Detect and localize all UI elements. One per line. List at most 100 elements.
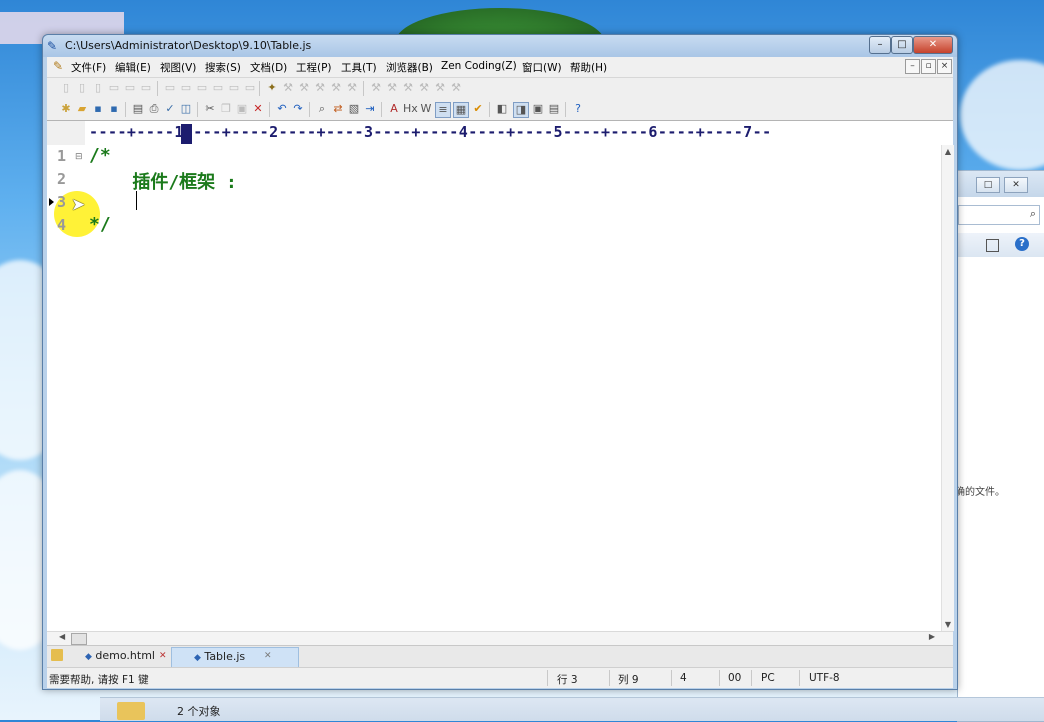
folder-icon[interactable] (51, 649, 63, 661)
wrap-icon[interactable]: W (419, 102, 433, 116)
vertical-scrollbar[interactable]: ▲ ▼ (941, 145, 954, 631)
hex-icon[interactable]: Hx (403, 102, 418, 116)
menu-tools[interactable]: 工具(T) (341, 60, 377, 75)
copy-icon[interactable]: ❐ (219, 102, 233, 116)
scroll-right-icon[interactable]: ▶ (929, 632, 935, 641)
scroll-up-icon[interactable]: ▲ (942, 147, 954, 156)
new-file-icon[interactable]: ▯ (91, 81, 105, 95)
file-icon: ◆ (85, 652, 92, 662)
title-bar[interactable]: ✎ C:\Users\Administrator\Desktop\9.10\Ta… (43, 35, 957, 57)
spellcheck-icon[interactable]: ✓ (163, 102, 177, 116)
wand-icon[interactable]: ✦ (265, 81, 279, 95)
save-all-icon[interactable]: ▪ (107, 102, 121, 116)
tool-icon[interactable]: ⚒ (281, 81, 295, 95)
code-line: /* (89, 145, 111, 166)
scroll-left-icon[interactable]: ◀ (59, 632, 65, 641)
show-spaces-icon[interactable]: ≡ (435, 102, 451, 118)
tool-icon[interactable]: ⚒ (345, 81, 359, 95)
maximize-button[interactable]: □ (891, 36, 913, 54)
line-number: 4 (57, 216, 67, 234)
menu-zen-coding[interactable]: Zen Coding(Z) (441, 60, 517, 72)
page-icon[interactable]: ▭ (227, 81, 241, 95)
page-icon[interactable]: ▭ (195, 81, 209, 95)
save-icon[interactable]: ▪ (91, 102, 105, 116)
find-in-files-icon[interactable]: ▧ (347, 102, 361, 116)
preview-icon[interactable]: ◫ (179, 102, 193, 116)
tool-icon[interactable]: ⚒ (417, 81, 431, 95)
column-mode-icon[interactable]: ▦ (453, 102, 469, 118)
page-icon[interactable]: ▭ (107, 81, 121, 95)
new-file-icon[interactable]: ✱ (59, 102, 73, 116)
code-editor[interactable]: 1 ⊟ 2 3 4 ➤ /* 插件/框架 : */ (47, 145, 941, 631)
tool-icon[interactable]: ⚒ (385, 81, 399, 95)
mdi-minimize-button[interactable]: – (905, 59, 920, 74)
find-icon[interactable]: ⌕ (315, 102, 329, 116)
tab-close-icon[interactable]: ✕ (264, 651, 272, 661)
replace-icon[interactable]: ⇄ (331, 102, 345, 116)
context-help-icon[interactable]: ? (571, 102, 585, 116)
new-file-icon[interactable]: ▯ (59, 81, 73, 95)
page-icon[interactable]: ▭ (139, 81, 153, 95)
preview-pane-icon[interactable] (986, 239, 999, 252)
help-icon[interactable]: ? (1015, 237, 1029, 251)
document-tab-bar: ◆ demo.html ✕ ◆ Table.js ✕ (47, 645, 953, 667)
scroll-down-icon[interactable]: ▼ (942, 620, 954, 629)
open-folder-icon[interactable]: ▰ (75, 102, 89, 116)
tab-close-icon[interactable]: ✕ (159, 651, 167, 661)
tool-icon[interactable]: ⚒ (297, 81, 311, 95)
line-number: 3 (57, 193, 67, 211)
status-row: 行 3 (557, 674, 578, 686)
tool-icon[interactable]: ⚒ (369, 81, 383, 95)
mouse-pointer-icon: ➤ (71, 195, 86, 215)
mdi-close-button[interactable]: × (937, 59, 952, 74)
menu-project[interactable]: 工程(P) (296, 60, 332, 75)
fold-toggle-icon[interactable]: ⊟ (75, 153, 83, 162)
tool-icon[interactable]: ⚒ (433, 81, 447, 95)
background-maximize-button[interactable]: □ (976, 177, 1000, 193)
panel-icon[interactable]: ◨ (513, 102, 529, 118)
menu-document[interactable]: 文档(D) (250, 60, 287, 75)
menu-browser[interactable]: 浏览器(B) (386, 60, 433, 75)
tool-icon[interactable]: ⚒ (449, 81, 463, 95)
close-button[interactable]: ✕ (913, 36, 953, 54)
window-title: C:\Users\Administrator\Desktop\9.10\Tabl… (65, 39, 312, 52)
checkmark-icon[interactable]: ✔ (471, 102, 485, 116)
page-icon[interactable]: ▭ (211, 81, 225, 95)
menu-window[interactable]: 窗口(W) (522, 60, 562, 75)
background-search-input[interactable]: ⌕ (958, 205, 1040, 225)
mdi-restore-button[interactable]: ▫ (921, 59, 936, 74)
page-icon[interactable]: ▭ (243, 81, 257, 95)
menu-search[interactable]: 搜索(S) (205, 60, 241, 75)
page-icon[interactable]: ▭ (163, 81, 177, 95)
print-preview-icon[interactable]: ▤ (131, 102, 145, 116)
undo-icon[interactable]: ↶ (275, 102, 289, 116)
minimize-button[interactable]: – (869, 36, 891, 54)
menu-file[interactable]: 文件(F) (71, 60, 106, 75)
menu-edit[interactable]: 编辑(E) (115, 60, 151, 75)
background-explorer-window[interactable]: □ ✕ ⌕ ? 确的文件。 (955, 170, 1044, 722)
menu-view[interactable]: 视图(V) (160, 60, 196, 75)
tool-icon[interactable]: ⚒ (401, 81, 415, 95)
new-file-icon[interactable]: ▯ (75, 81, 89, 95)
print-icon[interactable]: ⎙ (147, 102, 161, 116)
delete-icon[interactable]: ✕ (251, 102, 265, 116)
background-close-button[interactable]: ✕ (1004, 177, 1028, 193)
font-icon[interactable]: A (387, 102, 401, 116)
panel-icon[interactable]: ▤ (547, 102, 561, 116)
page-icon[interactable]: ▭ (179, 81, 193, 95)
goto-line-icon[interactable]: ⇥ (363, 102, 377, 116)
tab-table-js[interactable]: ◆ Table.js (171, 647, 299, 667)
horizontal-scrollbar[interactable]: ◀ ▶ (47, 631, 953, 645)
panel-icon[interactable]: ◧ (495, 102, 509, 116)
paste-icon[interactable]: ▣ (235, 102, 249, 116)
page-icon[interactable]: ▭ (123, 81, 137, 95)
background-toolbar: ? (958, 233, 1044, 257)
tool-icon[interactable]: ⚒ (329, 81, 343, 95)
menu-help[interactable]: 帮助(H) (570, 60, 607, 75)
cut-icon[interactable]: ✂ (203, 102, 217, 116)
tool-icon[interactable]: ⚒ (313, 81, 327, 95)
horizontal-scroll-thumb[interactable] (71, 633, 87, 645)
redo-icon[interactable]: ↷ (291, 102, 305, 116)
panel-icon[interactable]: ▣ (531, 102, 545, 116)
